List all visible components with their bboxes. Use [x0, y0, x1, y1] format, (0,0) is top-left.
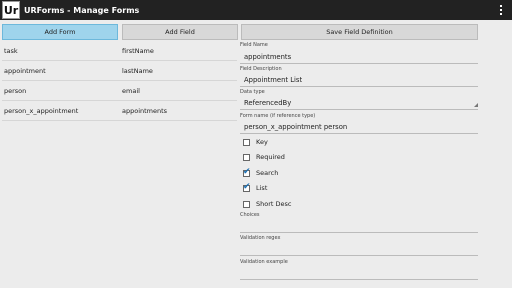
field-name-underline [240, 63, 478, 64]
checkbox-label: Search [256, 169, 279, 177]
validation-regex-input[interactable] [240, 255, 478, 256]
validation-example-input[interactable] [240, 279, 478, 280]
action-bar: Ur URForms - Manage Forms [0, 0, 512, 20]
overflow-menu-icon[interactable] [500, 5, 503, 15]
form-name[interactable]: person [2, 87, 122, 95]
checkbox-label: Short Desc [256, 200, 292, 208]
field-name-label: Field Name [240, 42, 268, 48]
checkbox-key[interactable]: Key [243, 138, 268, 146]
validation-regex-label: Validation regex [240, 235, 281, 241]
form-name[interactable]: person_x_appointment [2, 107, 122, 115]
checkbox-label: Required [256, 153, 285, 161]
checkbox-list[interactable]: List [243, 182, 268, 192]
data-type-spinner[interactable]: ReferencedBy [244, 99, 291, 107]
checkbox-checked-icon[interactable] [243, 167, 251, 177]
forms-list: task firstName appointment lastName pers… [2, 41, 237, 121]
form-name-input[interactable]: person_x_appointment person [244, 123, 347, 131]
data-type-underline [240, 109, 478, 110]
checkbox-search[interactable]: Search [243, 167, 279, 177]
field-name[interactable]: firstName [122, 47, 154, 55]
choices-input[interactable] [240, 232, 478, 233]
form-name-underline [240, 133, 478, 134]
checkbox-label: Key [256, 138, 268, 146]
checkbox-icon[interactable] [243, 200, 250, 208]
checkbox-short-desc[interactable]: Short Desc [243, 200, 291, 208]
checkbox-label: List [256, 184, 268, 192]
form-name-label: Form name (if reference type) [240, 113, 316, 119]
data-type-label: Data type [240, 89, 265, 95]
save-field-definition-button[interactable]: Save Field Definition [241, 24, 478, 40]
checkbox-icon[interactable] [243, 153, 250, 161]
spinner-arrow-icon[interactable] [474, 103, 478, 107]
field-description-label: Field Description [240, 66, 282, 72]
choices-label: Choices [240, 212, 260, 218]
list-item[interactable]: appointment lastName [2, 61, 237, 81]
app-title: URForms - Manage Forms [24, 5, 140, 15]
validation-example-label: Validation example [240, 259, 288, 265]
field-name[interactable]: email [122, 87, 140, 95]
list-item[interactable]: task firstName [2, 41, 237, 61]
field-name[interactable]: lastName [122, 67, 153, 75]
list-item[interactable]: person_x_appointment appointments [2, 101, 237, 121]
field-description-input[interactable]: Appointment List [244, 76, 302, 84]
list-item[interactable]: person email [2, 81, 237, 101]
form-name[interactable]: task [2, 47, 122, 55]
checkbox-icon[interactable] [243, 138, 250, 146]
field-name[interactable]: appointments [122, 107, 167, 115]
form-name[interactable]: appointment [2, 67, 122, 75]
field-name-input[interactable]: appointments [244, 53, 291, 61]
add-field-button[interactable]: Add Field [122, 24, 238, 40]
add-form-button[interactable]: Add Form [2, 24, 118, 40]
field-description-underline [240, 86, 478, 87]
checkbox-required[interactable]: Required [243, 153, 285, 161]
app-logo-icon: Ur [2, 1, 20, 19]
checkbox-checked-icon[interactable] [243, 182, 251, 192]
